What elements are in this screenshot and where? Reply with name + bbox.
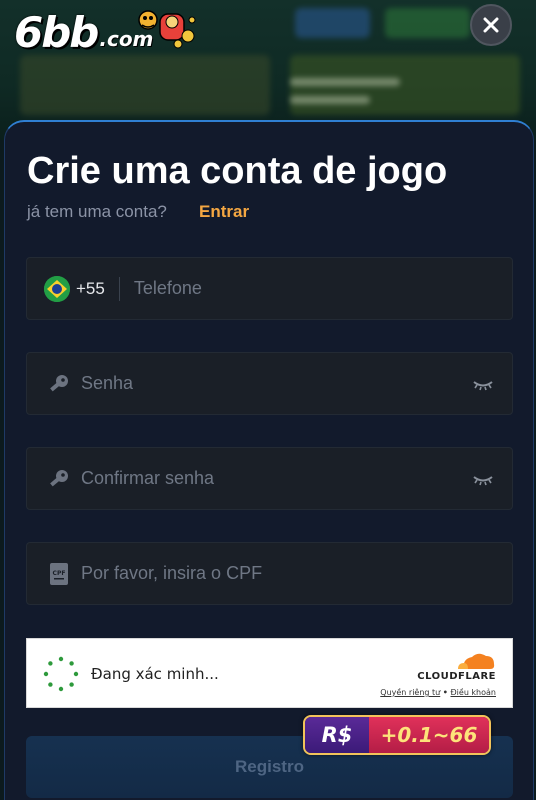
cloudflare-cloud-icon	[458, 653, 495, 669]
cloudflare-brand: CLOUDFLARE	[417, 671, 496, 682]
confirm-password-input[interactable]: Confirmar senha	[81, 468, 214, 489]
logo-text: 6bb	[14, 7, 99, 57]
close-button[interactable]	[470, 4, 512, 46]
register-modal: Crie uma conta de jogo já tem uma conta?…	[4, 120, 534, 800]
cloudflare-captcha[interactable]: Đang xác minh... CLOUDFLARE Quyền riêng …	[26, 638, 513, 708]
loading-spinner-icon	[43, 656, 79, 692]
background-button-blur	[295, 8, 370, 38]
confirm-password-field[interactable]: Confirmar senha	[26, 447, 513, 510]
background-banner-blur	[20, 55, 270, 115]
password-input[interactable]: Senha	[81, 373, 133, 394]
cpf-card-icon: CPF	[47, 562, 71, 586]
phone-input[interactable]: Telefone	[134, 278, 202, 299]
country-code[interactable]: +55	[76, 279, 105, 299]
eye-closed-icon[interactable]	[472, 468, 494, 490]
bonus-amount: +0.1~66	[369, 717, 489, 753]
bonus-currency: R$	[305, 717, 369, 753]
brazil-flag-icon[interactable]	[44, 275, 70, 302]
key-icon	[47, 467, 71, 491]
site-logo: 6bb .com	[14, 6, 196, 58]
captcha-status: Đang xác minh...	[91, 665, 219, 683]
terms-link[interactable]: Điều khoản	[450, 688, 496, 697]
register-button-label: Registro	[235, 757, 304, 776]
background-text-blur	[290, 96, 370, 104]
eye-closed-icon[interactable]	[472, 373, 494, 395]
divider	[118, 276, 120, 301]
phone-field[interactable]: +55 Telefone	[26, 257, 513, 320]
cpf-input[interactable]: Por favor, insira o CPF	[81, 563, 262, 584]
modal-title: Crie uma conta de jogo	[27, 150, 448, 192]
cpf-field[interactable]: CPF Por favor, insira o CPF	[26, 542, 513, 605]
tiger-mascot-icon	[138, 10, 196, 49]
cpf-badge: CPF	[53, 570, 66, 577]
login-link[interactable]: Entrar	[199, 202, 249, 222]
close-icon	[483, 17, 499, 33]
password-field[interactable]: Senha	[26, 352, 513, 415]
background-text-blur	[290, 78, 400, 86]
background-button-blur	[385, 8, 470, 38]
privacy-link[interactable]: Quyền riêng tư	[380, 688, 440, 697]
login-prompt: já tem uma conta?	[27, 202, 167, 221]
link-separator: •	[442, 688, 448, 697]
bonus-badge: R$ +0.1~66	[303, 715, 491, 755]
key-icon	[47, 372, 71, 396]
captcha-links: Quyền riêng tư • Điều khoản	[380, 688, 496, 697]
